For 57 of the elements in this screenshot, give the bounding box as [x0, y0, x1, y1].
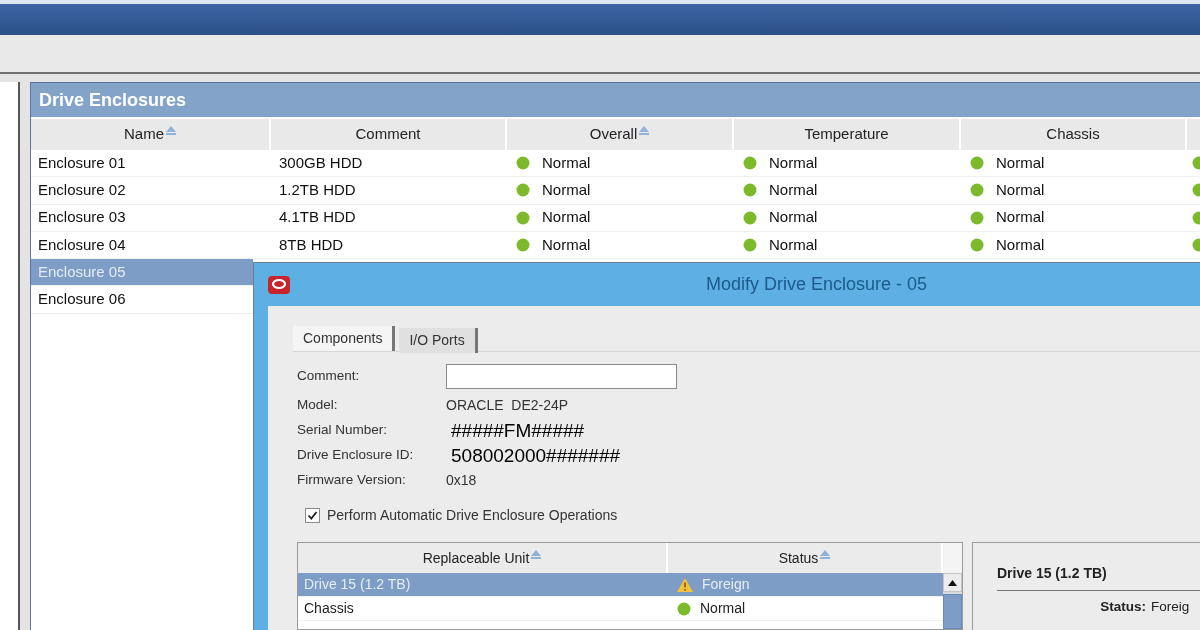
- status-text: Normal: [996, 180, 1045, 201]
- table-cell-text: Chassis: [303, 599, 355, 618]
- warning-icon: [677, 577, 693, 592]
- detail-title: Drive 15 (1.2 TB): [997, 563, 1200, 591]
- table-cell-text: Drive 15 (1.2 TB): [303, 575, 412, 594]
- checkbox-label: Perform Automatic Drive Enclosure Operations: [327, 505, 618, 525]
- status-text: Normal: [542, 152, 591, 173]
- arrow-up-icon: [948, 579, 957, 586]
- panel-title: Drive Enclosures: [31, 83, 1200, 117]
- field-label: Drive Enclosure ID:: [297, 446, 415, 465]
- status-text: Normal: [769, 234, 818, 255]
- column-header[interactable]: Temperature: [734, 119, 961, 150]
- status-text: Foreign: [702, 575, 750, 594]
- table-cell-text: Enclosure 05: [37, 262, 126, 283]
- table-cell-text: Enclosure 04: [37, 234, 127, 255]
- table-cell-text: 4.1TB HDD: [278, 207, 357, 228]
- table-cell-text: 1.2TB HDD: [278, 180, 357, 201]
- column-header[interactable]: Overall: [507, 119, 734, 150]
- status-text: Normal: [769, 207, 818, 228]
- column-header[interactable]: Comment: [271, 119, 507, 150]
- field-value: ORACLE DE2-24P: [446, 396, 569, 415]
- status-text: Normal: [769, 152, 818, 173]
- table-cell-text: Enclosure 01: [37, 152, 127, 173]
- scroll-up-button[interactable]: [943, 573, 962, 592]
- scrollbar-thumb[interactable]: [943, 594, 962, 629]
- field-label: Comment:: [297, 366, 361, 385]
- field-label: Serial Number:: [297, 421, 389, 440]
- table-cell-text: 300GB HDD: [278, 152, 364, 173]
- comment-input[interactable]: [446, 363, 677, 389]
- status-text: Normal: [996, 234, 1045, 255]
- tab[interactable]: Components: [293, 326, 396, 351]
- status-text: Normal: [542, 234, 591, 255]
- table-cell-text: Enclosure 02: [37, 180, 127, 201]
- table-cell-text: Enclosure 06: [37, 289, 126, 310]
- checkbox[interactable]: [305, 507, 320, 523]
- column-header[interactable]: Chassis: [961, 119, 1187, 150]
- table-cell-text: 8TB HDD: [278, 234, 345, 255]
- dialog-title: Modify Drive Enclosure - 05: [706, 273, 928, 296]
- field-value: 508002000#######: [450, 446, 621, 465]
- field-label: Model:: [297, 396, 339, 415]
- status-text: Normal: [769, 180, 818, 201]
- status-text: Normal: [996, 207, 1045, 228]
- column-header[interactable]: Name: [31, 119, 271, 150]
- table-cell-text: Enclosure 03: [37, 207, 127, 228]
- column-header[interactable]: Status: [668, 543, 943, 573]
- detail-value: Foreig: [1151, 598, 1190, 616]
- app-icon: [268, 275, 290, 294]
- field-value: 0x18: [446, 471, 477, 490]
- status-text: Normal: [542, 180, 591, 201]
- status-text: Normal: [542, 207, 591, 228]
- status-text: Normal: [996, 152, 1045, 173]
- detail-label: Status:: [1099, 598, 1146, 616]
- status-text: Normal: [700, 599, 746, 618]
- field-value: #####FM#####: [450, 421, 585, 440]
- column-header[interactable]: Replaceable Unit: [298, 543, 668, 573]
- field-label: Firmware Version:: [297, 471, 407, 490]
- tab[interactable]: I/O Ports: [399, 328, 478, 353]
